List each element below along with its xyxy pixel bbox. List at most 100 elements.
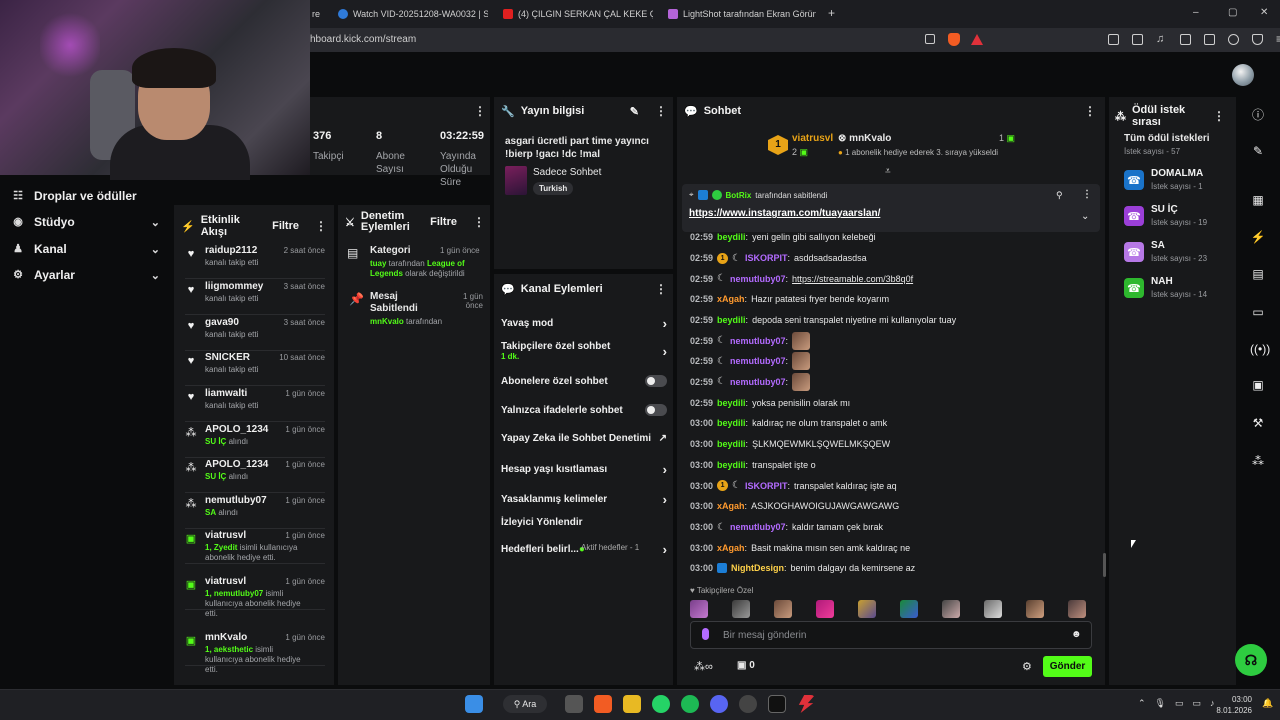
- activity-username[interactable]: liamwalti: [205, 388, 247, 399]
- reward-icon[interactable]: ⁂: [1250, 453, 1266, 469]
- activity-username[interactable]: raidup2112: [205, 245, 257, 256]
- points-display[interactable]: ⁂∞: [694, 660, 713, 673]
- emote[interactable]: [858, 600, 876, 618]
- share-icon[interactable]: [925, 34, 935, 44]
- chevron-up-icon[interactable]: ⌃: [1138, 698, 1146, 709]
- activity-item[interactable]: ⁂ APOLO_1234 1 gün önce SU İÇ alındı: [185, 459, 325, 493]
- chat-username[interactable]: xAgah: [717, 501, 745, 511]
- all-rewards-title[interactable]: Tüm ödül istekleri: [1124, 133, 1210, 144]
- emote[interactable]: [900, 600, 918, 618]
- wrench-icon[interactable]: ⚒: [1250, 415, 1266, 431]
- channel-action-2[interactable]: Takipçilere özel sohbet 1 dk. ›: [501, 341, 667, 361]
- chat-username[interactable]: beydili: [717, 439, 746, 449]
- emote[interactable]: [792, 331, 811, 350]
- minimize-button[interactable]: –: [1193, 7, 1199, 18]
- chat-username[interactable]: nemutluby07: [730, 377, 786, 387]
- reward-item[interactable]: ☎ NAH İstek sayısı - 14: [1124, 276, 1224, 312]
- mod-icon[interactable]: ▣: [1250, 377, 1266, 393]
- obs-icon[interactable]: [768, 695, 786, 713]
- emote[interactable]: [1068, 600, 1086, 618]
- chat-username[interactable]: NightDesign: [731, 563, 784, 573]
- chat-username[interactable]: beydili: [717, 232, 746, 242]
- filter-button[interactable]: Filtre: [430, 216, 457, 228]
- pinned-link[interactable]: https://www.instagram.com/tuayaarslan/: [689, 208, 880, 219]
- activity-item[interactable]: ♥ gava90 3 saat önce kanalı takip etti: [185, 317, 325, 351]
- activity-username[interactable]: nemutluby07: [205, 495, 267, 506]
- reward-item[interactable]: ☎ SU İÇ İstek sayısı - 19: [1124, 204, 1224, 240]
- wallet-icon[interactable]: [1204, 34, 1215, 45]
- chat-username[interactable]: xAgah: [717, 294, 745, 304]
- chat-username[interactable]: ISKORPIT: [745, 481, 788, 491]
- windows-start-icon[interactable]: [465, 695, 483, 713]
- brave-icon[interactable]: [594, 695, 612, 713]
- send-button[interactable]: Gönder: [1043, 656, 1092, 677]
- channel-action-5[interactable]: Yapay Zeka ile Sohbet Denetimi ↗: [501, 433, 667, 444]
- file-explorer-icon[interactable]: [623, 695, 641, 713]
- extensions-icon[interactable]: [1108, 34, 1119, 45]
- emote[interactable]: [984, 600, 1002, 618]
- browser-tab[interactable]: LightShot tarafından Ekran Görüntüs: [668, 4, 816, 24]
- clock[interactable]: 03:00 8.01.2026: [1216, 694, 1252, 716]
- channel-action-6[interactable]: Hesap yaşı kısıtlaması ›: [501, 462, 667, 477]
- gifter-name[interactable]: ⊗ mnKvalo: [838, 133, 891, 144]
- url-text[interactable]: hboard.kick.com/stream: [310, 34, 416, 45]
- emote[interactable]: [792, 352, 811, 371]
- task-view-icon[interactable]: [565, 695, 583, 713]
- more-options-icon[interactable]: ⋮: [1084, 104, 1096, 118]
- unpin-icon[interactable]: ⚲: [1056, 190, 1063, 201]
- sidebar-item-channel[interactable]: ♟ Kanal ⌄: [12, 239, 160, 259]
- whatsapp-icon[interactable]: [652, 695, 670, 713]
- channel-action-8[interactable]: İzleyici Yönlendir: [501, 517, 667, 528]
- browser-tab[interactable]: (4) ÇILGIN SERKAN ÇAL KEKE ÇAL :): [503, 4, 653, 24]
- activity-username[interactable]: liigmommey: [205, 281, 263, 292]
- activity-item[interactable]: ♥ liamwalti 1 gün önce kanalı takip etti: [185, 388, 325, 422]
- edit-pencil-icon[interactable]: ✎: [630, 105, 639, 118]
- chat-username[interactable]: beydili: [717, 460, 746, 470]
- channel-action-7[interactable]: Yasaklanmış kelimeler ›: [501, 492, 667, 507]
- emote[interactable]: [816, 600, 834, 618]
- bolt-icon[interactable]: ⚡: [1250, 229, 1266, 245]
- new-tab-button[interactable]: +: [828, 6, 835, 20]
- more-options-icon[interactable]: ⋮: [1213, 109, 1225, 123]
- volume-icon[interactable]: ♪: [1210, 698, 1215, 709]
- spotify-icon[interactable]: [681, 695, 699, 713]
- emoji-icon[interactable]: ☻: [1071, 629, 1082, 640]
- reward-item[interactable]: ☎ DOMALMA İstek sayısı - 1: [1124, 168, 1224, 204]
- activity-username[interactable]: viatrusvl: [205, 530, 246, 541]
- discord-icon[interactable]: [710, 695, 728, 713]
- broadcast-icon[interactable]: ((•)): [1250, 341, 1270, 357]
- activity-username[interactable]: gava90: [205, 317, 239, 328]
- browser-tab[interactable]: re: [312, 4, 336, 24]
- emote[interactable]: [1026, 600, 1044, 618]
- filter-button[interactable]: Filtre: [272, 220, 299, 232]
- chat-username[interactable]: nemutluby07: [730, 356, 786, 366]
- toggle-switch[interactable]: [645, 375, 667, 387]
- toggle-switch[interactable]: [645, 404, 667, 416]
- channel-action-3[interactable]: Abonelere özel sohbet: [501, 375, 667, 387]
- emote[interactable]: [774, 600, 792, 618]
- more-options-icon[interactable]: ⋮: [1082, 189, 1092, 200]
- brave-shield-icon[interactable]: [948, 33, 960, 46]
- mic-icon[interactable]: [702, 628, 709, 640]
- activity-username[interactable]: APOLO_1234: [205, 424, 268, 435]
- network-icon[interactable]: ▭: [1193, 698, 1202, 709]
- chat-link[interactable]: https://streamable.com/3b8q0f: [792, 274, 913, 284]
- steam-icon[interactable]: [739, 695, 757, 713]
- emote[interactable]: [792, 372, 811, 391]
- activity-item[interactable]: ▣ viatrusvl 1 gün önce 1, nemutluby07 isiml…: [185, 576, 325, 618]
- taskbar-search[interactable]: ⚲ Ara: [503, 695, 547, 713]
- screenshot-icon[interactable]: [1132, 34, 1143, 45]
- edit-pencil-icon[interactable]: ✎: [1250, 143, 1266, 159]
- support-icon[interactable]: ☊: [1235, 644, 1267, 676]
- activity-username[interactable]: mnKvalo: [205, 632, 247, 643]
- notification-icon[interactable]: 🔔: [1262, 698, 1273, 709]
- mic-icon[interactable]: 🎙: [1155, 698, 1166, 709]
- chat-username[interactable]: nemutluby07: [730, 522, 786, 532]
- gear-icon[interactable]: ⚙: [1022, 660, 1032, 673]
- menu-icon[interactable]: ≡: [1276, 33, 1280, 45]
- sidebar-item-drops[interactable]: ☷ Droplar ve ödüller: [12, 186, 160, 206]
- emote[interactable]: [942, 600, 960, 618]
- more-options-icon[interactable]: ⋮: [473, 215, 485, 229]
- more-options-icon[interactable]: ⋮: [474, 104, 486, 118]
- chat-icon[interactable]: ▭: [1250, 304, 1266, 320]
